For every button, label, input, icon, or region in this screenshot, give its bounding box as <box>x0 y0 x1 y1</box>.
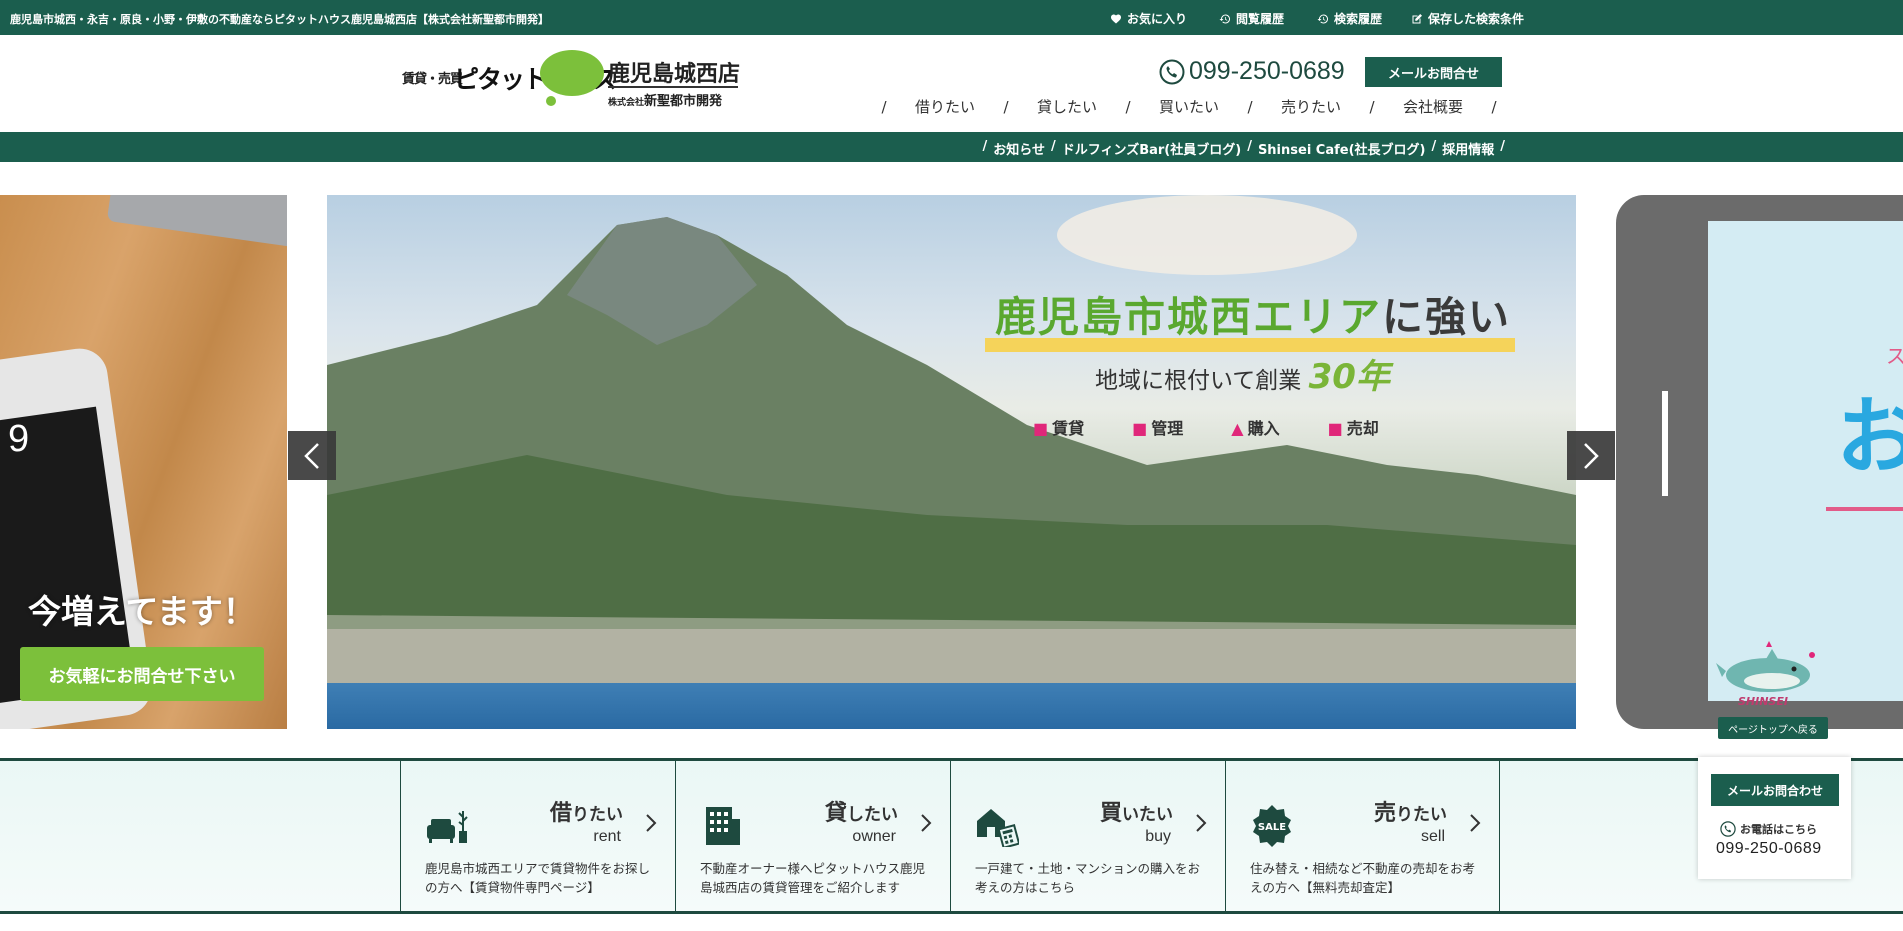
category-rent-desc: 鹿児島市城西エリアで賃貸物件をお探しの方へ【賃貸物件専門ページ】 <box>425 861 651 895</box>
category-bar: 借りたい rent 鹿児島市城西エリアで賃貸物件をお探しの方へ【賃貸物件専門ペー… <box>0 758 1903 914</box>
category-rent-title: 借りたい <box>549 801 623 826</box>
nav-item-rent[interactable]: 借りたい <box>890 96 1000 117</box>
subnav-item-recruit[interactable]: 採用情報 <box>1442 139 1494 158</box>
chevron-right-icon <box>1196 814 1207 832</box>
nav-separator: / <box>1491 97 1497 116</box>
subnav-item-news[interactable]: お知らせ <box>993 139 1045 158</box>
lock-icon: ■ <box>1132 419 1148 438</box>
nav-item-company[interactable]: 会社概要 <box>1378 96 1488 117</box>
favorites-link[interactable]: お気に入り <box>1110 10 1187 27</box>
phone-icon <box>1159 59 1185 84</box>
smartphone-time: 9 <box>8 418 30 460</box>
chevron-right-icon <box>921 814 932 832</box>
service-buy: ▲ 購入 <box>1231 419 1280 438</box>
svg-text:SALE: SALE <box>1258 822 1286 833</box>
contact-cta-button[interactable]: お気軽にお問合せ下さい <box>20 647 264 701</box>
hero-services: ■ 賃貸 ■ 管理 ▲ 購入 ■ 売却 <box>1033 415 1379 439</box>
search-history-link[interactable]: 検索履歴 <box>1317 10 1382 27</box>
subnav-item-president-blog[interactable]: Shinsei Cafe(社長ブログ) <box>1258 139 1426 158</box>
building-icon <box>706 807 740 845</box>
dolphin-mascot: SHINSEI <box>1716 641 1815 707</box>
nav-separator: / <box>881 97 887 116</box>
category-owner-en: owner <box>852 828 896 845</box>
category-sell-en: sell <box>1420 828 1445 845</box>
svg-text:SHINSEI: SHINSEI <box>1738 695 1788 707</box>
house-calculator-icon <box>977 809 1019 847</box>
category-sell[interactable]: SALE 売りたい sell 住み替え・相続など不動産の売却をお考えの方へ【無料… <box>1225 761 1500 911</box>
heart-icon <box>1111 14 1121 23</box>
logo-store-name: 鹿児島城西店 <box>608 62 741 87</box>
category-sell-title: 売りたい <box>1373 801 1447 826</box>
top-bar: 鹿児島市城西・永吉・原良・小野・伊敷の不動産ならピタットハウス鹿児島城西店【株式… <box>0 0 1903 35</box>
hero-copy: 鹿児島市城西エリアに強い 地域に根付いて創業 30年 ■ 賃貸 ■ 管理 ▲ 購入 ■… <box>985 283 1535 438</box>
site-tagline: 鹿児島市城西・永吉・原良・小野・伊敷の不動産ならピタットハウス鹿児島城西店【株式… <box>10 13 549 26</box>
header-phone[interactable]: 099-250-0689 <box>1159 57 1345 86</box>
house-icon: ▲ <box>1231 419 1244 438</box>
category-rent[interactable]: 借りたい rent 鹿児島市城西エリアで賃貸物件をお探しの方へ【賃貸物件専門ペー… <box>400 761 675 911</box>
chevron-right-icon <box>1584 442 1599 469</box>
chevron-right-icon <box>1470 814 1481 832</box>
nav-separator: / <box>1369 97 1375 116</box>
site-logo[interactable]: 賃貸・売買 ピタットハウス 鹿児島城西店 株式会社新聖都市開発 <box>402 50 741 116</box>
logo-company: 株式会社新聖都市開発 <box>608 94 723 109</box>
hero-subline: 地域に根付いて創業 30年 <box>1095 357 1390 397</box>
page-top-button[interactable]: ページトップへ戻る <box>1718 717 1828 739</box>
speech-bubble-logo <box>540 50 604 106</box>
slide-right-pink-char: ス <box>1886 344 1903 368</box>
nav-separator: / <box>1125 97 1131 116</box>
logo-divider <box>608 86 738 88</box>
laptop-image <box>106 195 287 249</box>
hero-headline: 鹿児島市城西エリアに強い <box>995 293 1511 341</box>
edit-icon <box>1412 13 1422 23</box>
nav-item-sell[interactable]: 売りたい <box>1256 96 1366 117</box>
subnav-item-staff-blog[interactable]: ドルフィンズBar(社員ブログ) <box>1062 139 1241 158</box>
slide-prev-preview[interactable]: 9 今増えてます！ お気軽にお問合せ下さい <box>0 195 287 729</box>
slide-main[interactable]: 鹿児島市城西エリアに強い 地域に根付いて創業 30年 ■ 賃貸 ■ 管理 ▲ 購入 ■… <box>327 195 1576 729</box>
slide-right-big-char: お <box>1836 388 1903 486</box>
service-sell: ■ 売却 <box>1327 419 1379 438</box>
nav-item-lend[interactable]: 貸したい <box>1012 96 1122 117</box>
nav-separator: / <box>1003 97 1009 116</box>
slide-left-heading: 今増えてます！ <box>28 592 256 631</box>
phone-icon <box>1720 821 1736 837</box>
category-rent-en: rent <box>593 828 621 845</box>
header-phone-number: 099-250-0689 <box>1189 57 1345 85</box>
sale-badge-icon: SALE <box>1253 805 1291 847</box>
document-icon: ■ <box>1327 419 1343 438</box>
logo-small-label: 賃貸・売買 <box>402 72 463 87</box>
tablet-edge <box>1662 391 1668 496</box>
floating-mail-button[interactable]: メールお問合わせ <box>1711 774 1839 806</box>
floating-phone-label: お電話はこちら <box>1720 821 1817 837</box>
sub-nav: / お知らせ / ドルフィンズBar(社員ブログ) / Shinsei Cafe… <box>0 132 1903 162</box>
category-owner[interactable]: 貸したい owner 不動産オーナー様へピタットハウス鹿児島城西店の賃貸管理をご… <box>675 761 950 911</box>
category-buy-en: buy <box>1145 828 1171 845</box>
sea-strip <box>327 683 1576 729</box>
floating-contact: メールお問合わせ お電話はこちら 099-250-0689 <box>1698 757 1851 879</box>
category-buy-desc: 一戸建て・土地・マンションの購入をお考えの方はこちら <box>975 861 1201 895</box>
category-buy[interactable]: 買いたい buy 一戸建て・土地・マンションの購入をお考えの方はこちら <box>950 761 1225 911</box>
saved-search-link[interactable]: 保存した検索条件 <box>1411 10 1524 27</box>
nav-separator: / <box>1247 97 1253 116</box>
mail-inquiry-button[interactable]: メールお問合せ <box>1365 57 1502 87</box>
category-buy-title: 買いたい <box>1099 801 1173 826</box>
nav-item-buy[interactable]: 買いたい <box>1134 96 1244 117</box>
sofa-icon <box>427 811 468 843</box>
service-rent: ■ 賃貸 <box>1033 419 1085 438</box>
slide-right-underline <box>1826 507 1903 511</box>
slider-prev-button[interactable] <box>288 431 336 480</box>
history-icon <box>1219 13 1231 23</box>
main-nav: / 借りたい / 貸したい / 買いたい / 売りたい / 会社概要 / <box>878 96 1500 117</box>
building-icon: ■ <box>1033 419 1049 438</box>
town-strip <box>327 629 1576 689</box>
chevron-right-icon <box>646 814 657 832</box>
history-icon <box>1317 13 1329 23</box>
history-link[interactable]: 閲覧履歴 <box>1219 10 1284 27</box>
floating-phone-number[interactable]: 099-250-0689 <box>1716 840 1822 858</box>
category-owner-desc: 不動産オーナー様へピタットハウス鹿児島城西店の賃貸管理をご紹介します <box>700 861 926 895</box>
service-manage: ■ 管理 <box>1132 419 1184 438</box>
chevron-left-icon <box>304 442 319 469</box>
category-sell-desc: 住み替え・相続など不動産の売却をお考えの方へ【無料売却査定】 <box>1250 861 1476 895</box>
slider-next-button[interactable] <box>1567 431 1615 480</box>
category-owner-title: 貸したい <box>824 801 898 826</box>
